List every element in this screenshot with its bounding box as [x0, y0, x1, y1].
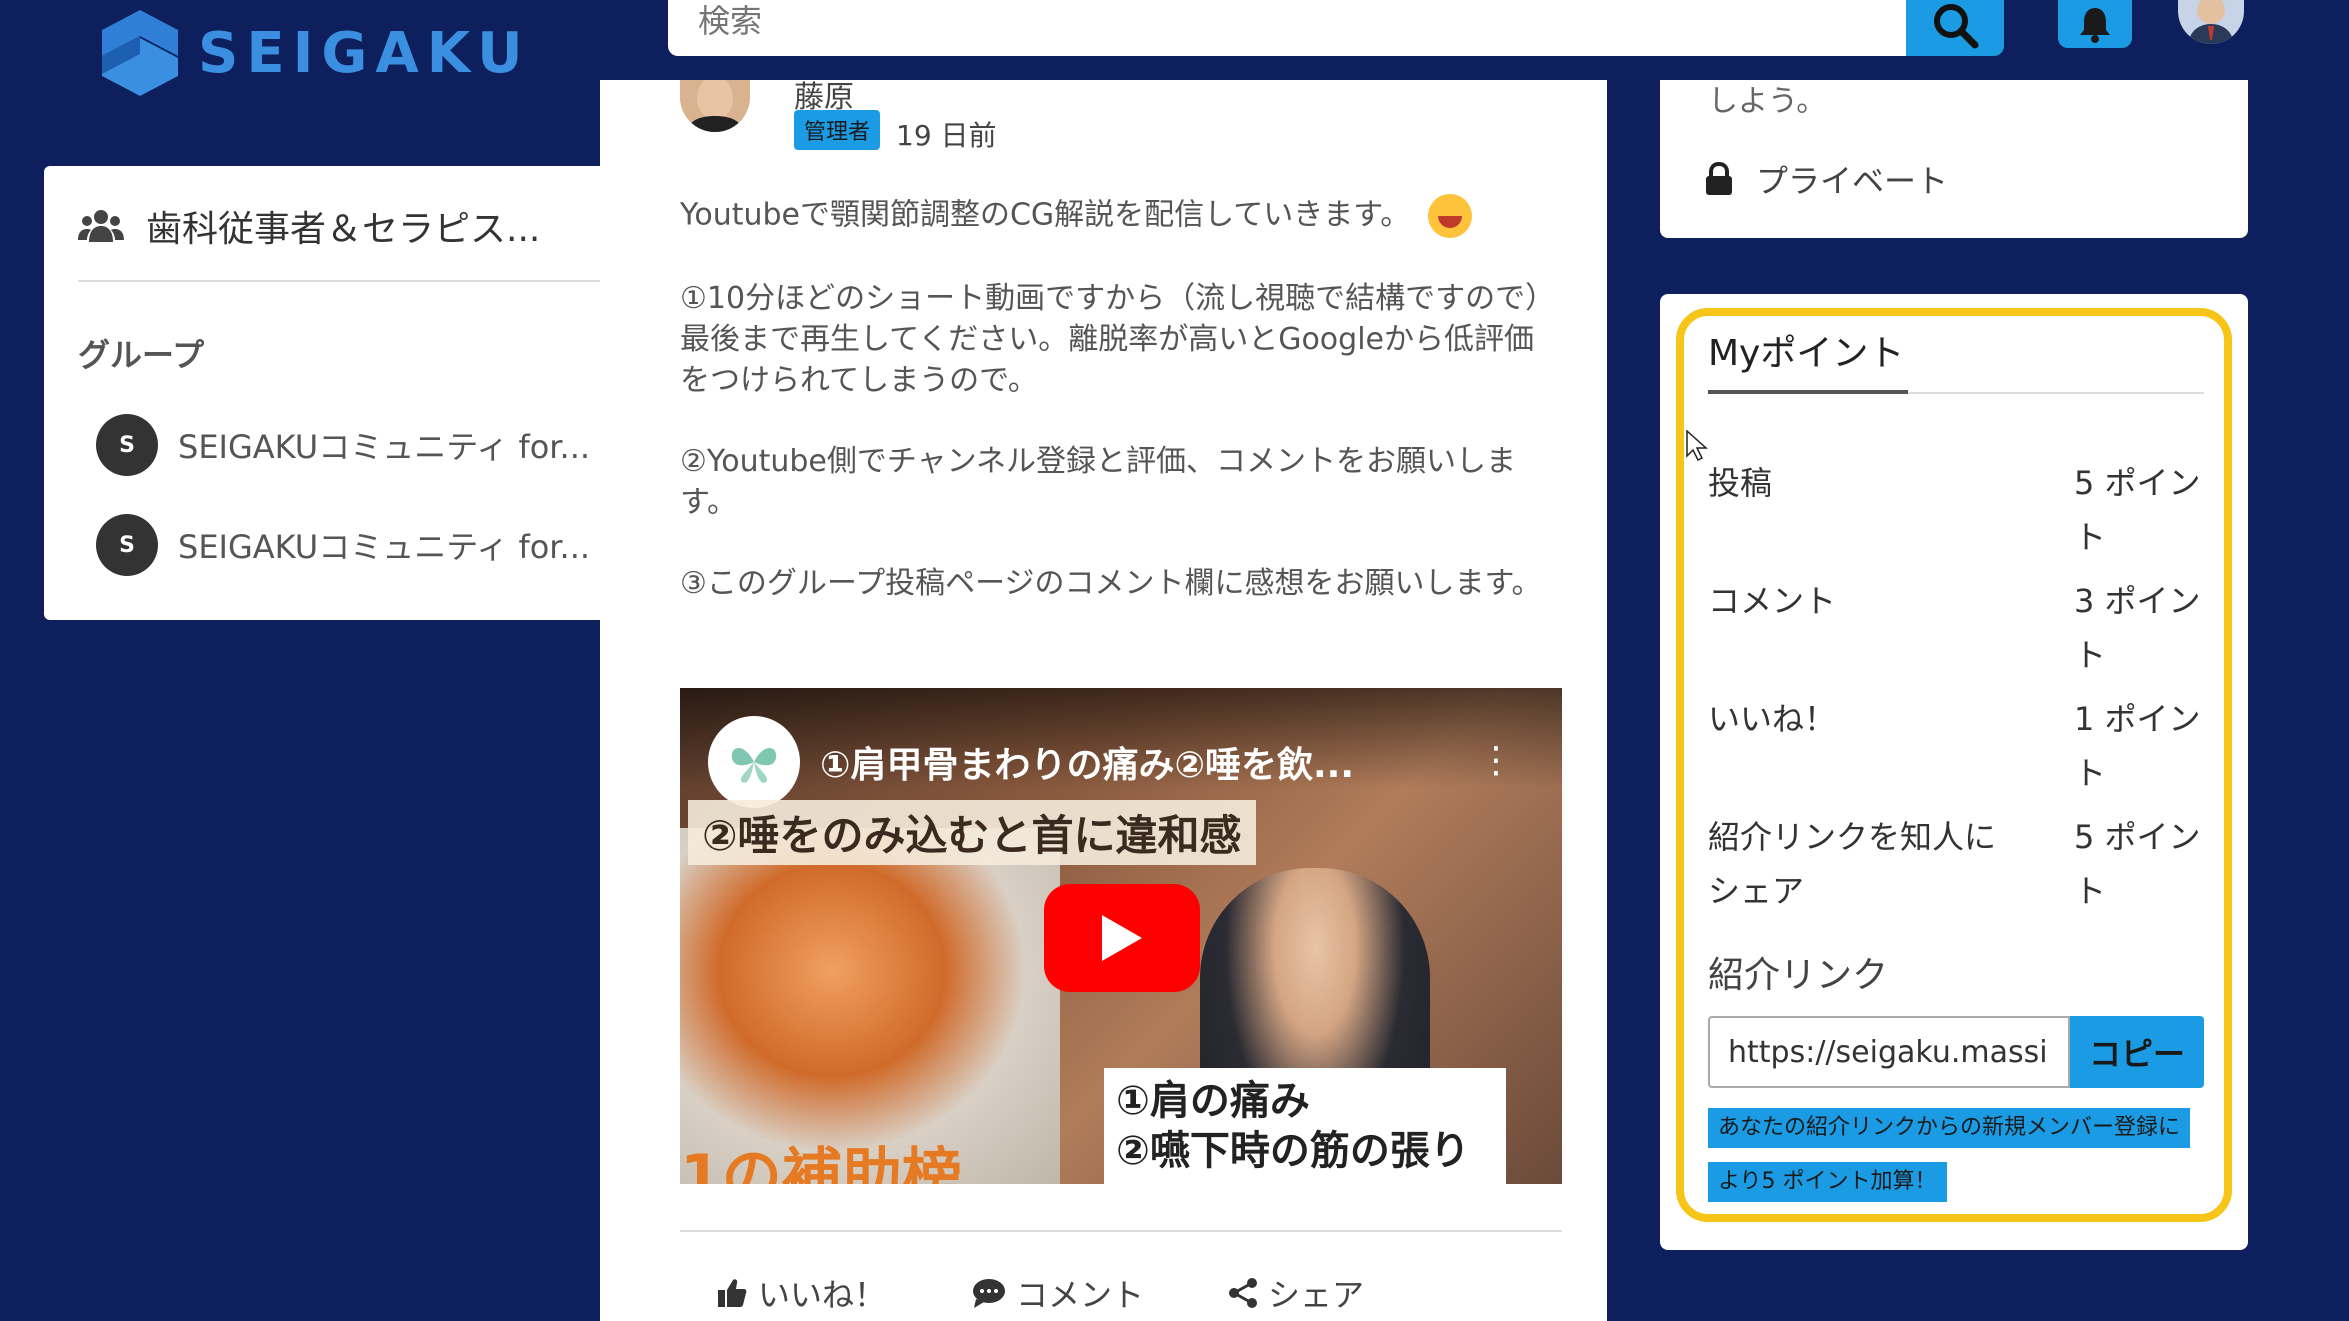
video-play-button[interactable]	[1044, 884, 1200, 992]
group-info-card: しよう。 プライベート	[1660, 80, 2248, 238]
like-label: いいね！	[758, 1276, 887, 1314]
group-description-tail: しよう。	[1708, 84, 1827, 119]
left-sidebar: 歯科従事者＆セラピス... グループ S SEIGAKUコミュニティ for..…	[44, 166, 600, 620]
play-icon	[1102, 915, 1142, 961]
referral-note: あなたの紹介リンクからの新規メンバー登録に	[1708, 1108, 2191, 1148]
post-divider	[680, 1230, 1562, 1232]
video-caption-bottom: 1の補助榜	[680, 1142, 962, 1184]
share-icon	[1229, 1278, 1257, 1308]
privacy-label: プライベート	[1756, 162, 1949, 200]
video-title[interactable]: ①肩甲骨まわりの痛み②唾を飲...	[820, 736, 1354, 788]
group-avatar: S	[96, 514, 158, 576]
search-input[interactable]	[668, 0, 1906, 56]
tab-my-points[interactable]: Myポイント	[1708, 324, 1904, 376]
points-value: 1 ポイント	[2074, 700, 2201, 792]
youtube-video-embed[interactable]: ①肩甲骨まわりの痛み②唾を飲... ⋮ ②唾をのみ込むと首に違和感 ①肩の痛み …	[680, 688, 1562, 1184]
tab-active-indicator	[1708, 390, 1908, 394]
paragraph-text: Youtubeで顎関節調整のCG解説を配信していきます。	[680, 197, 1411, 233]
referral-link-group: コピー	[1708, 1016, 2204, 1088]
post-card: 藤原 管理者 19 日前 Youtubeで顎関節調整のCG解説を配信していきます…	[600, 80, 1607, 1321]
sidebar-group-item[interactable]: S SEIGAKUコミュニティ for...	[96, 414, 590, 476]
copy-button[interactable]: コピー	[2070, 1016, 2204, 1088]
top-header: SEIGAKU	[0, 0, 2349, 96]
mouse-cursor-icon	[1686, 430, 1708, 462]
group-label: SEIGAKUコミュニティ for...	[178, 428, 591, 466]
like-button[interactable]: いいね！	[716, 1270, 886, 1316]
video-caption-top: ②唾をのみ込むと首に違和感	[688, 800, 1256, 865]
comment-icon	[973, 1279, 1005, 1308]
points-value: 5 ポイント	[2074, 464, 2201, 556]
post-paragraph: ③このグループ投稿ページのコメント欄に感想をお願いします。	[680, 566, 1542, 601]
referral-title: 紹介リンク	[1708, 955, 1889, 996]
comment-label: コメント	[1016, 1276, 1145, 1314]
my-points-card: Myポイント 投稿 5 ポイント コメント 3 ポイント いいね！ 1 ポイント…	[1660, 294, 2248, 1250]
smile-emoji-icon	[1428, 194, 1473, 238]
sidebar-group-item[interactable]: S SEIGAKUコミュニティ for...	[96, 514, 590, 576]
post-body: Youtubeで顎関節調整のCG解説を配信していきます。 ①10分ほどのショート…	[680, 194, 1560, 644]
notification-button[interactable]	[2058, 0, 2132, 48]
post-paragraph: Youtubeで顎関節調整のCG解説を配信していきます。	[680, 194, 1560, 238]
users-icon	[78, 210, 124, 242]
sidebar-divider	[78, 280, 600, 282]
channel-logo-icon[interactable]	[708, 716, 800, 808]
share-label: シェア	[1268, 1276, 1365, 1314]
logo-text: SEIGAKU	[198, 20, 531, 86]
author-avatar[interactable]	[680, 80, 750, 132]
search-bar	[668, 0, 2004, 56]
user-avatar-image	[2188, 0, 2234, 44]
search-icon	[1934, 4, 1979, 49]
video-more-icon[interactable]: ⋮	[1478, 740, 1514, 781]
admin-badge: 管理者	[794, 110, 881, 150]
comment-button[interactable]: コメント	[972, 1270, 1144, 1316]
butterfly-icon	[731, 748, 777, 783]
bell-icon	[2080, 8, 2110, 43]
post-timestamp: 19 日前	[896, 119, 997, 152]
referral-link-input[interactable]	[1708, 1016, 2070, 1088]
points-value: 3 ポイント	[2074, 582, 2201, 674]
referral-note: より5 ポイント加算！	[1708, 1162, 1947, 1202]
community-header[interactable]: 歯科従事者＆セラピス...	[78, 200, 540, 252]
privacy-status: プライベート	[1704, 156, 1948, 202]
user-avatar[interactable]	[2178, 0, 2244, 44]
group-label: SEIGAKUコミュニティ for...	[178, 528, 591, 566]
author-avatar-image	[680, 80, 750, 132]
site-logo[interactable]: SEIGAKU	[100, 8, 531, 98]
points-action-name: 投稿	[1708, 464, 1773, 502]
logo-mark-icon	[102, 10, 178, 96]
points-action-name: コメント	[1708, 582, 1837, 620]
post-paragraph: ①10分ほどのショート動画ですから（流し視聴で結構ですので）最後まで再生してくだ…	[680, 281, 1556, 398]
thumbs-up-icon	[718, 1279, 747, 1307]
points-action-name: 紹介リンクを知人にシェア	[1708, 818, 1997, 910]
points-action-name: いいね！	[1708, 700, 1837, 738]
share-button[interactable]: シェア	[1228, 1270, 1364, 1316]
video-caption-box: ①肩の痛み ②嚥下時の筋の張り	[1104, 1068, 1506, 1184]
group-section-title: グループ	[78, 336, 205, 374]
points-value: 5 ポイント	[2074, 818, 2201, 910]
community-title: 歯科従事者＆セラピス...	[146, 209, 541, 250]
search-button[interactable]	[1906, 0, 2004, 56]
video-caption-line: ②嚥下時の筋の張り	[1116, 1128, 1470, 1174]
lock-icon	[1706, 162, 1732, 195]
post-paragraph: ②Youtube側でチャンネル登録と評価、コメントをお願いします。	[680, 444, 1516, 520]
group-avatar: S	[96, 414, 158, 476]
video-caption-line: ①肩の痛み	[1116, 1078, 1310, 1124]
